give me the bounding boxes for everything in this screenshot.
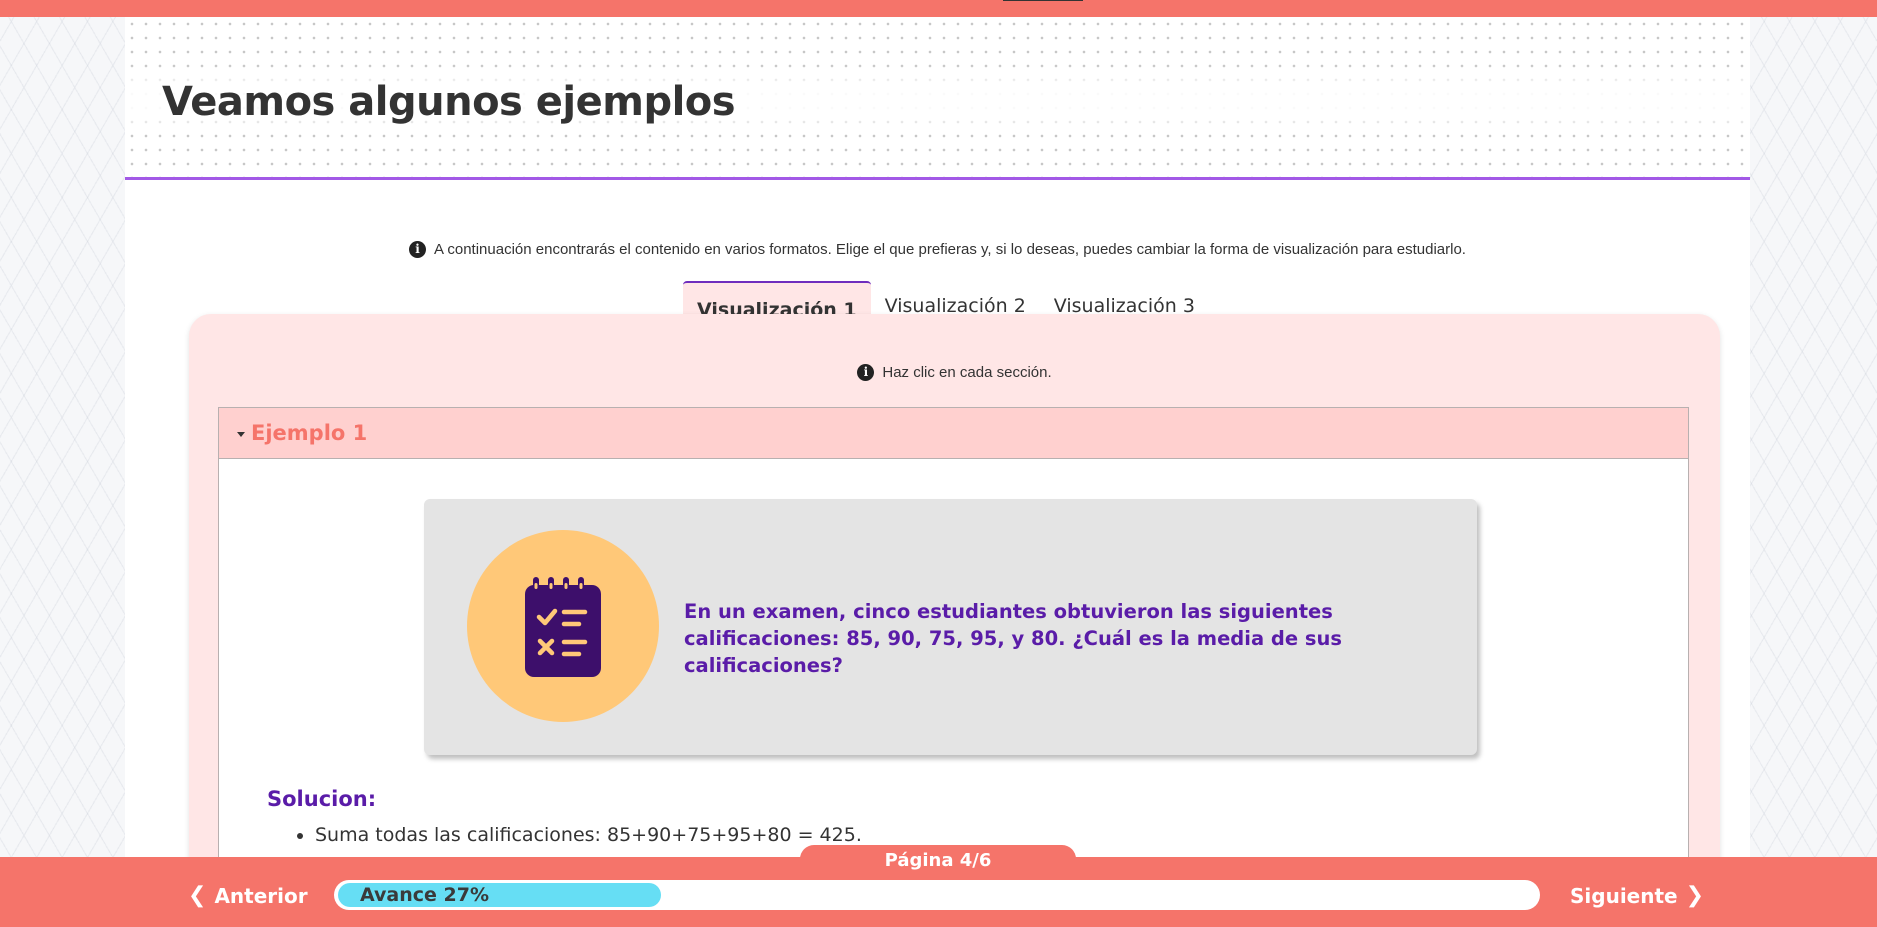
- previous-label: Anterior: [214, 884, 308, 908]
- page-indicator: Página 4/6: [800, 845, 1076, 875]
- info-circle-icon: i: [857, 364, 875, 381]
- progress-bar: Avance 27%: [334, 880, 1540, 910]
- problem-card: En un examen, cinco estudiantes obtuvier…: [424, 499, 1477, 755]
- next-button[interactable]: Siguiente ❯: [1570, 884, 1704, 908]
- solution-step: Suma todas las calificaciones: 85+90+75+…: [315, 824, 862, 846]
- top-link-underline: [1003, 0, 1083, 1]
- icon-circle: [467, 530, 659, 722]
- tab-panel: i Haz clic en cada sección. Ejemplo 1 En…: [189, 314, 1720, 927]
- info-message: i A continuación encontrarás el contenido…: [125, 241, 1750, 258]
- chevron-left-icon: ❮: [188, 883, 207, 908]
- content-area: Veamos algunos ejemplos i A continuación …: [125, 17, 1750, 927]
- page-title: Veamos algunos ejemplos: [162, 79, 736, 125]
- next-label: Siguiente: [1570, 884, 1678, 908]
- click-hint: i Haz clic en cada sección.: [189, 364, 1720, 381]
- accordion-title: Ejemplo 1: [251, 421, 368, 445]
- solution-title: Solucion:: [267, 787, 377, 811]
- problem-statement: En un examen, cinco estudiantes obtuvier…: [684, 600, 1342, 677]
- solution-steps: Suma todas las calificaciones: 85+90+75+…: [315, 824, 862, 856]
- previous-button[interactable]: ❮ Anterior: [188, 884, 308, 908]
- top-bar: [0, 0, 1877, 17]
- info-text: A continuación encontrarás el contenido …: [434, 241, 1466, 258]
- chevron-right-icon: ❯: [1685, 883, 1705, 908]
- info-circle-icon: i: [409, 241, 427, 258]
- progress-label: Avance 27%: [360, 884, 490, 906]
- page-header: Veamos algunos ejemplos: [125, 17, 1750, 180]
- caret-down-icon: [237, 431, 245, 437]
- accordion-header-ejemplo-1[interactable]: Ejemplo 1: [218, 407, 1689, 459]
- hint-text: Haz clic en cada sección.: [882, 364, 1052, 381]
- clipboard-checklist-icon: [525, 577, 601, 677]
